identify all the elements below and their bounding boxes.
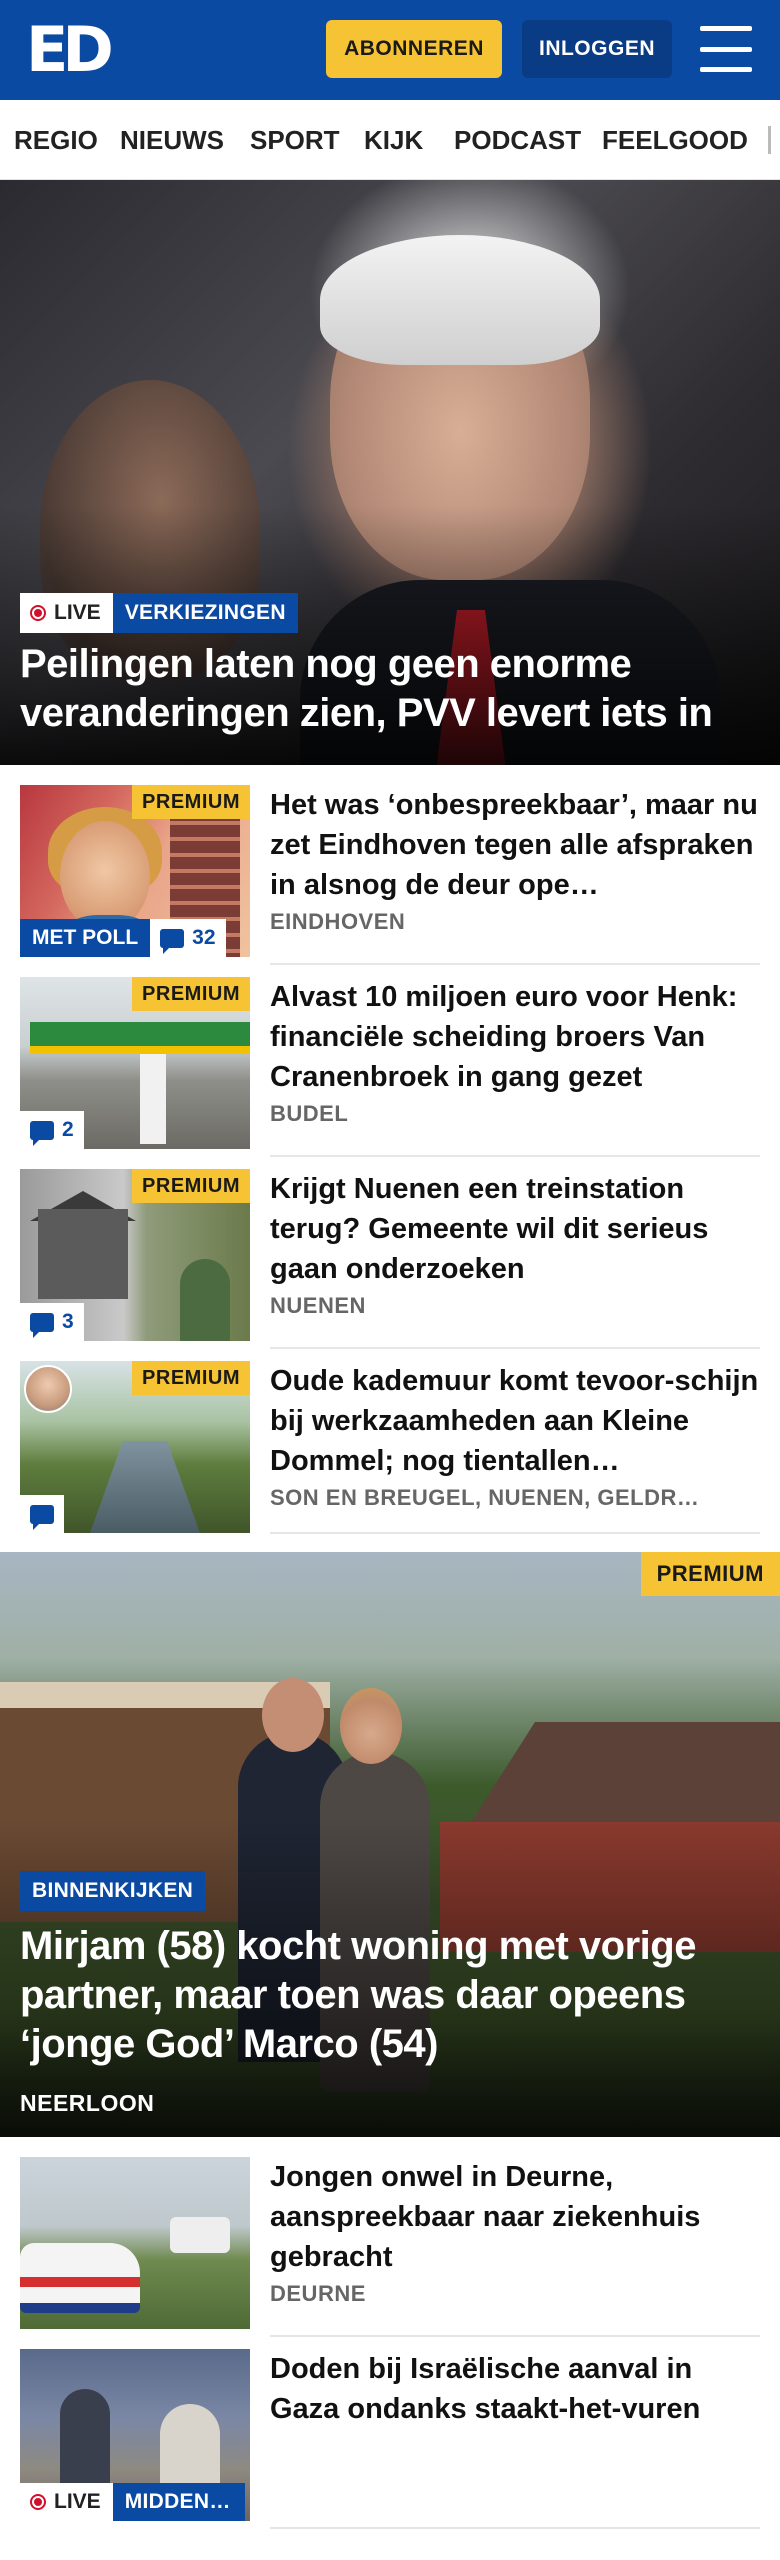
list-item[interactable]: LIVE MIDDEN-… Doden bij Israëlische aanv… (20, 2349, 760, 2541)
comment-bubble-icon (30, 1504, 54, 1530)
nav-item-podcast[interactable]: PODCAST (454, 100, 581, 179)
comment-bubble-icon (30, 1120, 54, 1146)
section-nav: REGIO NIEUWS SPORT KIJK PODCAST FEELGOOD (0, 100, 780, 180)
comment-count: 3 (62, 1310, 74, 1333)
article-location: DEURNE (270, 2281, 366, 2306)
nav-item-kijk[interactable]: KIJK (364, 100, 423, 179)
list-item[interactable]: Jongen onwel in Deurne, aanspreekbaar na… (20, 2157, 760, 2349)
article-location: EINDHOVEN (270, 909, 406, 934)
article-thumbnail: PREMIUM (20, 1361, 250, 1533)
divider (270, 1532, 760, 1534)
divider (270, 1347, 760, 1349)
live-badge: LIVE (20, 2483, 113, 2521)
comment-bubble-icon (30, 1312, 54, 1338)
feature-title[interactable]: Mirjam (58) kocht woning met vorige part… (20, 1922, 760, 2069)
divider (270, 2527, 760, 2529)
premium-badge: PREMIUM (132, 1361, 250, 1395)
author-avatar (24, 1365, 72, 1413)
live-dot-icon (30, 2494, 46, 2510)
login-button[interactable]: INLOGGEN (522, 20, 672, 78)
nav-item-regio[interactable]: REGIO (14, 100, 98, 179)
hero-title[interactable]: Peilingen laten nog geen enorme verander… (20, 640, 765, 738)
premium-badge: PREMIUM (132, 1169, 250, 1203)
site-logo[interactable]: ED (26, 13, 114, 86)
list-item[interactable]: PREMIUM Oude kademuur komt tevoor-schijn… (20, 1361, 760, 1553)
live-label: LIVE (54, 2490, 101, 2513)
comment-bubble-icon (160, 928, 185, 954)
list-item[interactable]: PREMIUM 3 Krijgt Nuenen een treinstation… (20, 1169, 760, 1361)
premium-badge: PREMIUM (132, 785, 250, 819)
divider (270, 1155, 760, 1157)
article-thumbnail: PREMIUM 2 (20, 977, 250, 1149)
comment-badge: 2 (20, 1111, 84, 1149)
comment-count: 32 (192, 926, 216, 949)
category-label: BINNENKIJKEN (20, 1871, 206, 1911)
article-title[interactable]: Krijgt Nuenen een treinstation terug? Ge… (270, 1169, 760, 1289)
article-location: SON EN BREUGEL, NUENEN, GELDR… (270, 1485, 700, 1510)
nav-more-indicator (768, 126, 771, 154)
article-title[interactable]: Het was ‘onbespreekbaar’, maar nu zet Ei… (270, 785, 760, 905)
live-label: LIVE (54, 601, 101, 624)
divider (270, 963, 760, 965)
article-title[interactable]: Alvast 10 miljoen euro voor Henk: financ… (270, 977, 760, 1097)
logo-text: ED (26, 13, 114, 86)
live-tags: LIVE MIDDEN-… (20, 2483, 245, 2521)
premium-badge: PREMIUM (132, 977, 250, 1011)
category-label: VERKIEZINGEN (112, 593, 298, 633)
poll-label: MET POLL (20, 919, 151, 957)
subscribe-button[interactable]: ABONNEREN (326, 20, 502, 78)
article-thumbnail: PREMIUM MET POLL 32 (20, 785, 250, 957)
feature-location: NEERLOON (20, 2090, 155, 2116)
nav-item-sport[interactable]: SPORT (250, 100, 340, 179)
hamburger-menu-icon[interactable] (700, 26, 752, 72)
nav-item-nieuws[interactable]: NIEUWS (120, 100, 224, 179)
comment-badge (20, 1495, 64, 1533)
article-location: NUENEN (270, 1293, 366, 1318)
live-dot-icon (30, 605, 46, 621)
live-badge: LIVE (20, 593, 113, 633)
article-title[interactable]: Oude kademuur komt tevoor-schijn bij wer… (270, 1361, 760, 1481)
divider (270, 2335, 760, 2337)
article-title[interactable]: Doden bij Israëlische aanval in Gaza ond… (270, 2349, 760, 2469)
comment-badge: 3 (20, 1303, 84, 1341)
feature-article[interactable]: PREMIUM BINNENKIJKEN Mirjam (58) kocht w… (0, 1552, 780, 2137)
article-location: BUDEL (270, 1101, 349, 1126)
comment-count: 2 (62, 1118, 74, 1141)
article-thumbnail: LIVE MIDDEN-… (20, 2349, 250, 2521)
article-title[interactable]: Jongen onwel in Deurne, aanspreekbaar na… (270, 2157, 760, 2277)
list-item[interactable]: PREMIUM MET POLL 32 Het was ‘onbespreekb… (20, 785, 760, 977)
article-thumbnail: PREMIUM 3 (20, 1169, 250, 1341)
premium-badge: PREMIUM (640, 1552, 780, 1596)
top-bar: ED ABONNEREN INLOGGEN (0, 0, 780, 100)
list-item[interactable]: PREMIUM 2 Alvast 10 miljoen euro voor He… (20, 977, 760, 1169)
nav-item-feelgood[interactable]: FEELGOOD (602, 100, 748, 179)
hero-tags: LIVE VERKIEZINGEN (20, 593, 298, 633)
poll-comment-badge: MET POLL 32 (20, 919, 226, 957)
article-thumbnail (20, 2157, 250, 2329)
category-label: MIDDEN-… (112, 2483, 245, 2521)
